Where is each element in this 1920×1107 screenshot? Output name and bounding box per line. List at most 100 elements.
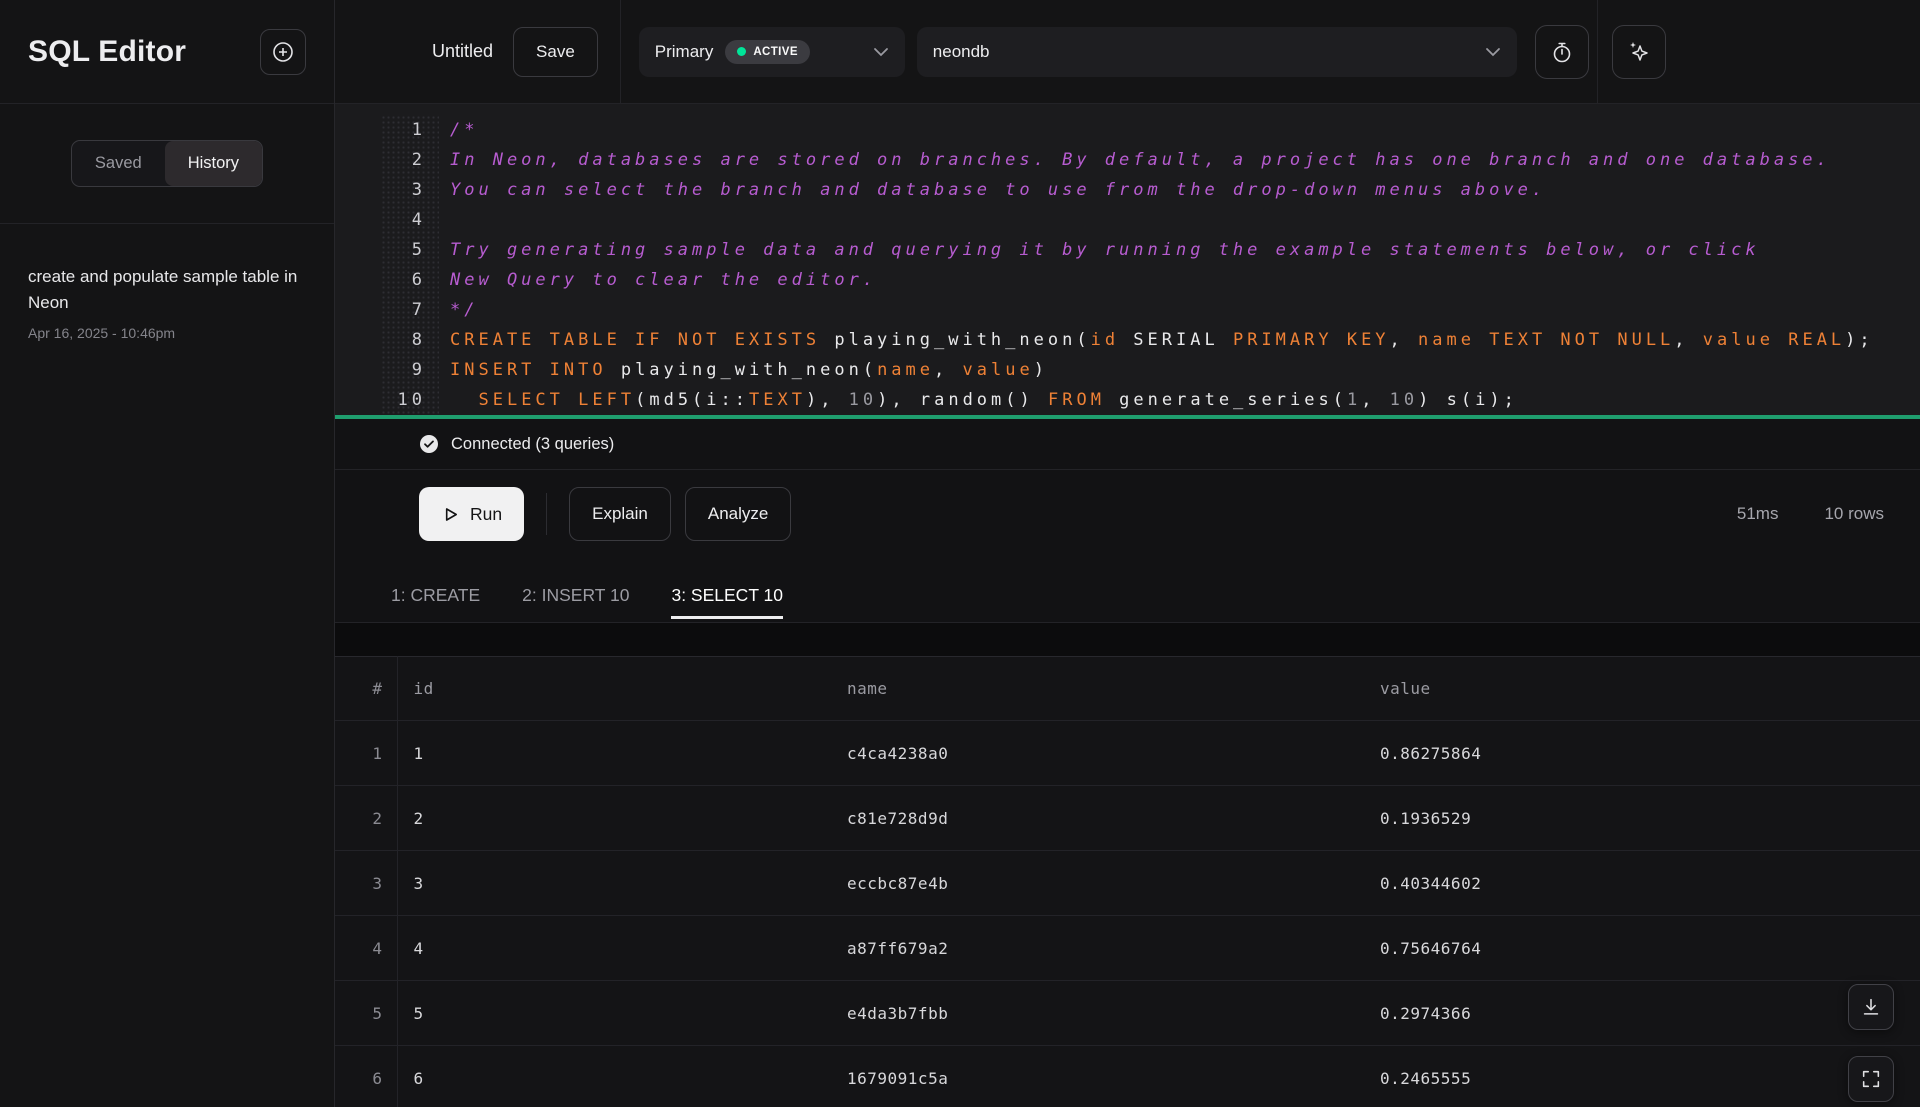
code-line[interactable]: 6New Query to clear the editor. [335, 265, 1920, 295]
code-text: You can select the branch and database t… [439, 175, 1920, 205]
branch-select[interactable]: Primary ACTIVE [639, 27, 905, 77]
explain-button[interactable]: Explain [569, 487, 671, 541]
sidebar: SQL Editor SavedHistory create and popul… [0, 0, 335, 1107]
data-cell: eccbc87e4b [831, 851, 1364, 916]
data-cell: 2 [397, 786, 831, 851]
query-history-timer-button[interactable] [1535, 25, 1589, 79]
line-number: 2 [381, 145, 439, 175]
code-text: CREATE TABLE IF NOT EXISTS playing_with_… [439, 325, 1920, 355]
table-row[interactable]: 11c4ca4238a00.86275864 [335, 721, 1920, 786]
code-line[interactable]: 4 [335, 205, 1920, 235]
sidebar-tab-saved[interactable]: Saved [72, 141, 165, 186]
data-cell: 0.86275864 [1364, 721, 1920, 786]
gutter [335, 355, 381, 385]
main-panel: Untitled Save Primary ACTIVE neondb [335, 0, 1920, 1107]
gutter [335, 175, 381, 205]
result-tabs: 1: CREATE 2: INSERT 10 3: SELECT 10 [335, 558, 1920, 623]
line-number: 5 [381, 235, 439, 265]
code-text: In Neon, databases are stored on branche… [439, 145, 1920, 175]
gutter [335, 205, 381, 235]
code-line[interactable]: 8CREATE TABLE IF NOT EXISTS playing_with… [335, 325, 1920, 355]
download-results-button[interactable] [1848, 984, 1894, 1030]
table-row[interactable]: 44a87ff679a20.75646764 [335, 916, 1920, 981]
run-button-label: Run [470, 504, 502, 525]
code-line[interactable]: 1/* [335, 115, 1920, 145]
column-header-num: # [335, 657, 397, 721]
results-header-row: #idnamevalue [335, 657, 1920, 721]
check-circle-icon [419, 434, 439, 454]
data-cell: 0.2974366 [1364, 981, 1920, 1046]
line-number: 9 [381, 355, 439, 385]
column-header-id: id [397, 657, 831, 721]
result-tab-2[interactable]: 2: INSERT 10 [522, 585, 629, 622]
branch-name: Primary [655, 42, 714, 62]
gutter [335, 145, 381, 175]
table-row[interactable]: 55e4da3b7fbb0.2974366 [335, 981, 1920, 1046]
data-cell: 0.40344602 [1364, 851, 1920, 916]
data-cell: 6 [397, 1046, 831, 1107]
query-duration: 51ms [1737, 504, 1779, 524]
query-toolbar: Run Explain Analyze 51ms 10 rows [335, 470, 1920, 558]
data-cell: e4da3b7fbb [831, 981, 1364, 1046]
ai-assist-button[interactable] [1612, 25, 1666, 79]
data-cell: 3 [397, 851, 831, 916]
code-text [439, 205, 1920, 235]
code-line[interactable]: 9INSERT INTO playing_with_neon(name, val… [335, 355, 1920, 385]
table-row[interactable]: 33eccbc87e4b0.40344602 [335, 851, 1920, 916]
play-icon [441, 505, 460, 524]
code-text: New Query to clear the editor. [439, 265, 1920, 295]
new-query-button[interactable] [260, 29, 306, 75]
line-number: 1 [381, 115, 439, 145]
connection-status-text: Connected (3 queries) [451, 435, 614, 454]
data-cell: 0.1936529 [1364, 786, 1920, 851]
analyze-button[interactable]: Analyze [685, 487, 791, 541]
gutter [335, 115, 381, 145]
sparkles-icon [1626, 39, 1652, 65]
topbar-divider [1597, 0, 1598, 103]
data-cell: 1679091c5a [831, 1046, 1364, 1107]
data-cell: a87ff679a2 [831, 916, 1364, 981]
code-line[interactable]: 7*/ [335, 295, 1920, 325]
sidebar-tabs-wrap: SavedHistory [0, 104, 334, 224]
sidebar-tab-history[interactable]: History [165, 141, 262, 186]
page-title: SQL Editor [28, 35, 186, 69]
topbar-divider [620, 0, 621, 103]
data-cell: c81e728d9d [831, 786, 1364, 851]
toolbar-divider [546, 493, 547, 535]
stopwatch-icon [1550, 40, 1574, 64]
history-item-title: create and populate sample table in Neon [28, 264, 302, 315]
code-text: */ [439, 295, 1920, 325]
row-index-cell: 4 [335, 916, 397, 981]
sidebar-header: SQL Editor [0, 0, 334, 104]
table-row[interactable]: 661679091c5a0.2465555 [335, 1046, 1920, 1107]
database-select[interactable]: neondb [917, 27, 1517, 77]
code-line[interactable]: 3You can select the branch and database … [335, 175, 1920, 205]
history-item[interactable]: create and populate sample table in Neon… [28, 264, 304, 341]
code-text: Try generating sample data and querying … [439, 235, 1920, 265]
run-button[interactable]: Run [419, 487, 524, 541]
row-index-cell: 2 [335, 786, 397, 851]
row-index-cell: 6 [335, 1046, 397, 1107]
data-cell: 4 [397, 916, 831, 981]
chevron-down-icon [1485, 47, 1501, 57]
result-tab-3[interactable]: 3: SELECT 10 [671, 585, 783, 622]
sql-code-editor[interactable]: 1/*2In Neon, databases are stored on bra… [335, 104, 1920, 419]
save-button[interactable]: Save [513, 27, 598, 77]
result-tab-1[interactable]: 1: CREATE [391, 585, 480, 622]
code-line[interactable]: 5Try generating sample data and querying… [335, 235, 1920, 265]
expand-results-button[interactable] [1848, 1056, 1894, 1102]
gutter [335, 325, 381, 355]
code-text: INSERT INTO playing_with_neon(name, valu… [439, 355, 1920, 385]
results-table: #idnamevalue 11c4ca4238a00.8627586422c81… [335, 656, 1920, 1107]
code-text: /* [439, 115, 1920, 145]
gutter [335, 385, 381, 415]
code-line[interactable]: 2In Neon, databases are stored on branch… [335, 145, 1920, 175]
database-name: neondb [933, 42, 990, 62]
topbar: Untitled Save Primary ACTIVE neondb [335, 0, 1920, 104]
query-row-count: 10 rows [1824, 504, 1884, 524]
saved-history-segmented: SavedHistory [71, 140, 263, 187]
code-line[interactable]: 10 SELECT LEFT(md5(i::TEXT), 10), random… [335, 385, 1920, 415]
branch-status-label: ACTIVE [753, 46, 798, 58]
table-row[interactable]: 22c81e728d9d0.1936529 [335, 786, 1920, 851]
line-number: 10 [381, 385, 439, 415]
